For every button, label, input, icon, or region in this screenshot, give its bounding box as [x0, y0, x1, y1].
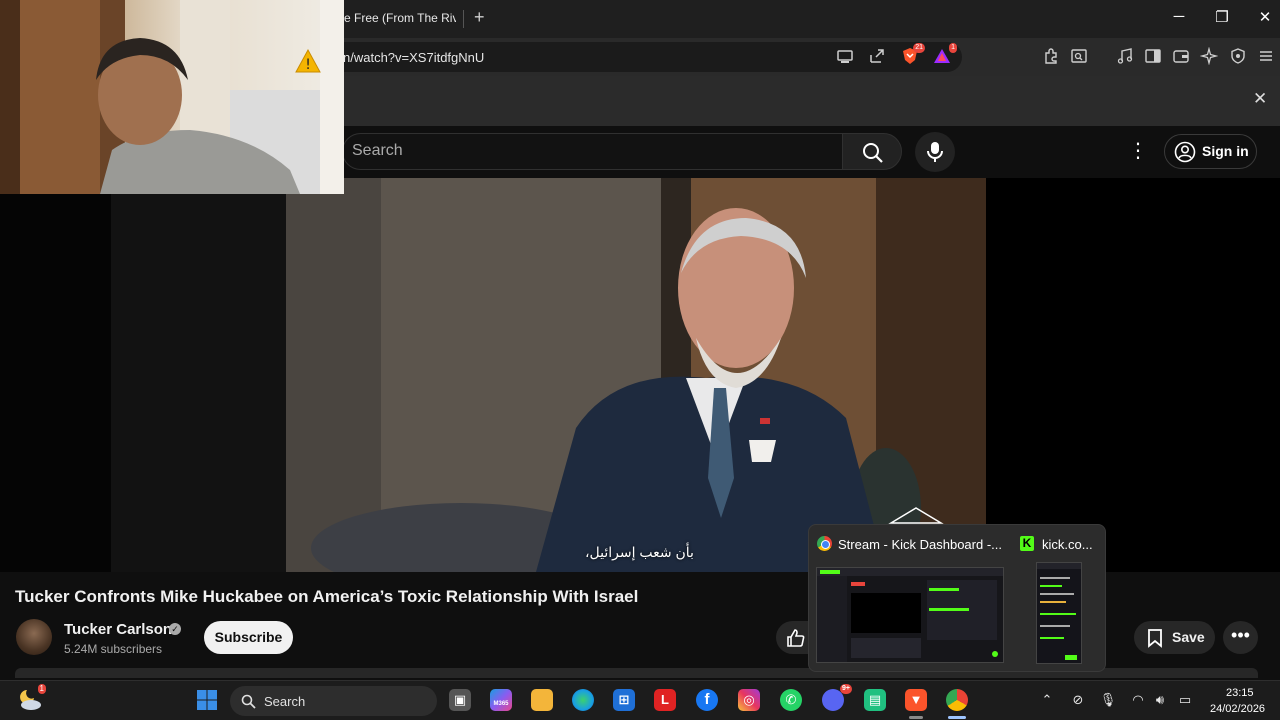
camera-off-icon[interactable]: ⊘ — [1069, 692, 1087, 708]
account-icon — [1174, 141, 1196, 163]
l-app-icon[interactable]: L — [654, 689, 676, 711]
weather-badge: 1 — [37, 684, 46, 694]
save-label[interactable]: Save — [1172, 629, 1205, 645]
new-tab-button[interactable]: + — [474, 7, 485, 28]
kick-icon: K — [1020, 536, 1034, 551]
whatsapp-icon[interactable]: ✆ — [780, 689, 802, 711]
edge-icon[interactable] — [572, 689, 594, 711]
video-frame[interactable] — [286, 178, 986, 572]
taskbar-time[interactable]: 23:15 — [1226, 687, 1254, 699]
voice-search-button[interactable] — [915, 132, 955, 172]
player-left-margin — [0, 194, 111, 572]
battery-icon[interactable]: ▭ — [1176, 692, 1194, 708]
extensions-icon[interactable] — [1041, 47, 1061, 67]
minimize-button[interactable]: ─ — [1164, 8, 1194, 25]
discord-icon[interactable]: 9+ — [822, 684, 852, 711]
player-left-shade — [111, 194, 286, 572]
leo-ai-icon[interactable] — [1199, 46, 1219, 67]
taskbar-search-box[interactable] — [230, 686, 437, 716]
player-right-margin — [1160, 178, 1280, 572]
tab-separator — [463, 10, 464, 28]
video-title: Tucker Confronts Mike Huckabee on Americ… — [15, 587, 639, 606]
brave-shields-icon[interactable]: 21 — [900, 43, 925, 67]
search-icon — [241, 694, 256, 709]
vpn-icon[interactable] — [1228, 47, 1248, 67]
brave-browser-icon[interactable]: ▼ — [905, 689, 927, 711]
start-button[interactable] — [196, 689, 218, 711]
thumbs-up-icon — [787, 629, 805, 647]
wifi-icon[interactable]: ◠ — [1129, 692, 1147, 708]
media-music-icon[interactable] — [1115, 47, 1135, 67]
preview-window-title-1[interactable]: Stream - Kick Dashboard -... — [838, 537, 1004, 552]
close-window-button[interactable]: ✕ — [1250, 8, 1280, 26]
taskbar-date[interactable]: 24/02/2026 — [1210, 703, 1265, 715]
channel-name[interactable]: Tucker Carlson — [64, 621, 172, 638]
wallet-icon[interactable] — [1171, 47, 1191, 67]
kick-chat-thumbnail — [1037, 563, 1081, 660]
facebook-icon[interactable]: f — [696, 689, 718, 711]
maximize-button[interactable]: ❐ — [1207, 8, 1237, 26]
bookmark-icon — [1148, 629, 1162, 648]
file-explorer-icon[interactable] — [531, 689, 553, 711]
discord-badge: 9+ — [840, 684, 852, 694]
svg-text:!: ! — [305, 57, 311, 73]
subscriber-count: 5.24M subscribers — [64, 642, 163, 656]
microphone-icon — [927, 142, 943, 162]
video-scene-image — [286, 178, 986, 572]
channel-avatar[interactable] — [16, 619, 52, 655]
green-app-icon[interactable]: ▤ — [864, 689, 886, 711]
preview-thumbnail-1[interactable] — [816, 567, 1004, 663]
chrome-icon — [817, 536, 832, 551]
windows-taskbar — [0, 680, 1280, 720]
brave-active-indicator — [909, 716, 923, 719]
search-button[interactable] — [842, 133, 902, 170]
cast-icon[interactable] — [835, 47, 855, 67]
microsoft-store-icon[interactable]: ⊞ — [613, 689, 635, 711]
share-icon[interactable] — [867, 47, 887, 67]
url-text[interactable]: n/watch?v=XS7itdfgNnU — [343, 50, 484, 65]
sidebar-icon[interactable] — [1143, 47, 1163, 67]
microsoft-365-icon[interactable]: M365 — [490, 689, 512, 711]
instagram-icon[interactable]: ◎ — [738, 689, 760, 711]
show-hidden-icons-chevron-icon[interactable]: ⌃ — [1038, 692, 1056, 708]
weather-widget[interactable]: 1 — [18, 684, 46, 712]
windows-logo-icon — [197, 690, 217, 710]
menu-icon[interactable] — [1256, 47, 1276, 67]
shield-badge: 21 — [913, 43, 925, 53]
chrome-active-indicator — [948, 716, 966, 719]
search-icon — [863, 143, 883, 163]
kick-dashboard-thumbnail — [817, 568, 1003, 662]
microphone-tray-icon[interactable]: 🎙︎ — [1099, 692, 1117, 708]
video-subtitle: بأن شعب إسرائيل، — [585, 544, 694, 560]
brave-rewards-icon[interactable]: 1 — [932, 43, 957, 67]
subscribe-button[interactable]: Subscribe — [204, 621, 293, 654]
sign-in-label[interactable]: Sign in — [1202, 143, 1249, 159]
volume-icon[interactable]: 🔊︎ — [1151, 692, 1169, 708]
preview-thumbnail-2[interactable] — [1036, 562, 1082, 664]
more-actions-button[interactable]: ••• — [1223, 621, 1258, 654]
webcam-person-image: ! — [0, 0, 344, 194]
search-input[interactable] — [352, 141, 832, 161]
settings-kebab-icon[interactable]: ⋮ — [1128, 138, 1148, 166]
webcam-overlay: ! — [0, 0, 344, 194]
preview-window-title-2[interactable]: kick.co... — [1042, 537, 1096, 552]
chrome-taskbar-icon[interactable] — [946, 689, 968, 711]
browser-tab-title[interactable]: e Free (From The River — [344, 11, 456, 25]
taskbar-search-label[interactable]: Search — [264, 694, 305, 709]
task-view-icon[interactable]: ▣ — [449, 689, 471, 711]
verified-check-icon: ✓ — [169, 623, 181, 635]
reader-mode-icon[interactable] — [1069, 47, 1089, 67]
notification-close-button[interactable]: ✕ — [1253, 89, 1267, 109]
rewards-badge: 1 — [949, 43, 957, 53]
